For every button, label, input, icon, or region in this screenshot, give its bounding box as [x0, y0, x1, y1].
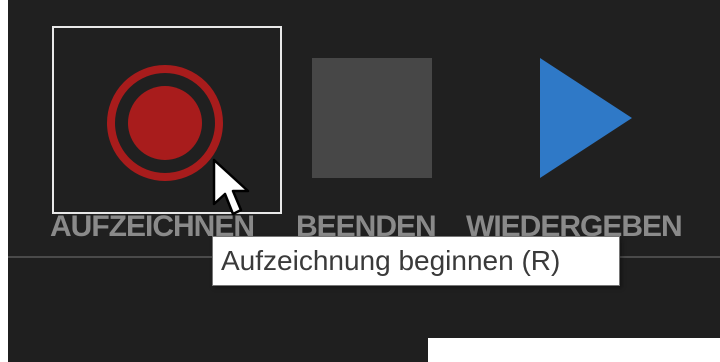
- play-button[interactable]: [470, 26, 700, 214]
- window-left-edge: [0, 0, 8, 362]
- stop-button[interactable]: [294, 26, 454, 214]
- stop-icon: [312, 58, 432, 178]
- record-icon: [107, 65, 223, 181]
- mouse-pointer-icon: [212, 158, 250, 216]
- white-panel-edge: [428, 338, 720, 362]
- record-tooltip: Aufzeichnung beginnen (R): [212, 236, 620, 286]
- play-icon: [540, 58, 632, 178]
